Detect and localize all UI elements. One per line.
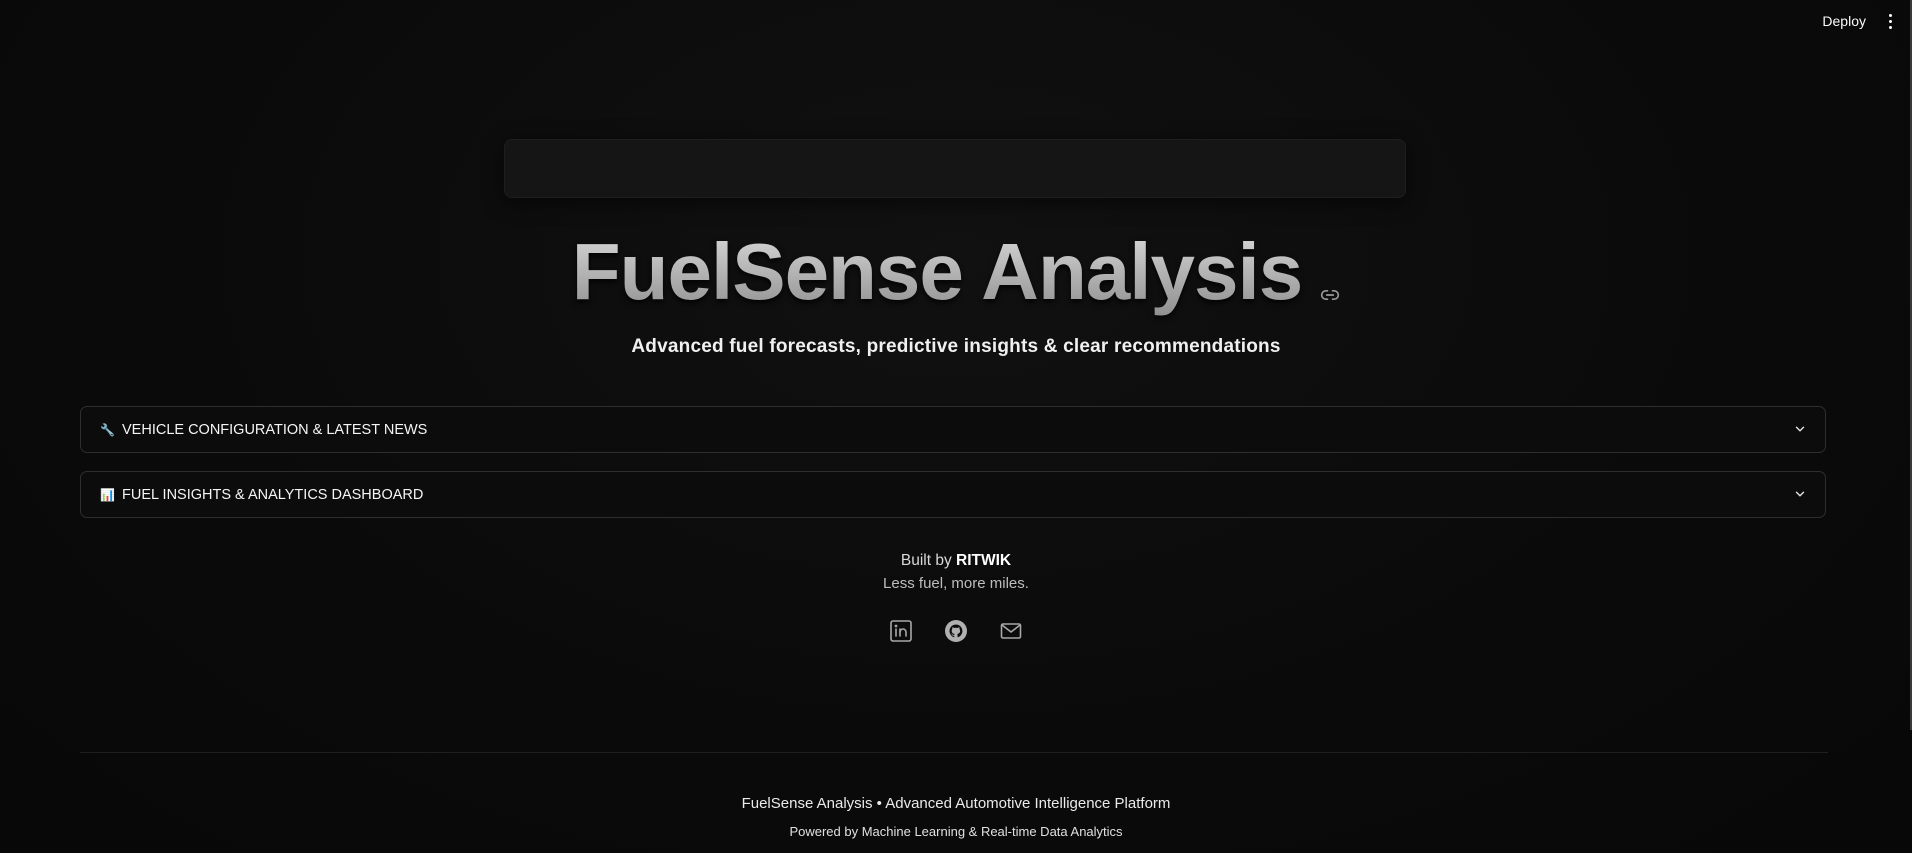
page-title: FuelSense Analysis	[572, 222, 1303, 322]
mail-icon[interactable]	[999, 619, 1023, 643]
built-by-prefix: Built by	[900, 552, 952, 569]
expander-vehicle-configuration[interactable]: 🔧 VEHICLE CONFIGURATION & LATEST NEWS	[80, 406, 1826, 453]
expander-label-row: 🔧 VEHICLE CONFIGURATION & LATEST NEWS	[100, 407, 427, 452]
chevron-down-icon[interactable]	[1793, 422, 1807, 436]
link-icon[interactable]	[1320, 285, 1340, 305]
header-banner	[504, 139, 1406, 198]
footer-title: FuelSense Analysis • Advanced Automotive…	[741, 795, 1171, 812]
expander-fuel-insights[interactable]: 📊 FUEL INSIGHTS & ANALYTICS DASHBOARD	[80, 471, 1826, 518]
app-root: Deploy FuelSense Analysis Advanced fuel …	[0, 0, 1912, 853]
linkedin-icon[interactable]	[889, 619, 913, 643]
footer-divider	[80, 752, 1828, 753]
github-icon[interactable]	[944, 619, 968, 643]
social-links	[0, 619, 1912, 643]
expander-label: FUEL INSIGHTS & ANALYTICS DASHBOARD	[122, 486, 424, 503]
more-vertical-icon[interactable]	[1882, 10, 1898, 32]
page-subtitle: Advanced fuel forecasts, predictive insi…	[631, 336, 1281, 357]
chevron-down-icon[interactable]	[1793, 487, 1807, 501]
bar-chart-icon: 📊	[100, 487, 115, 502]
footer-subtitle: Powered by Machine Learning & Real-time …	[789, 824, 1123, 839]
expander-label-row: 📊 FUEL INSIGHTS & ANALYTICS DASHBOARD	[100, 472, 423, 517]
top-header: Deploy	[0, 0, 1912, 42]
title-row: FuelSense Analysis	[0, 222, 1912, 322]
built-by: Built by RITWIK	[0, 552, 1912, 570]
wrench-icon: 🔧	[100, 422, 115, 437]
tagline: Less fuel, more miles.	[883, 575, 1029, 592]
deploy-button[interactable]: Deploy	[1818, 10, 1870, 32]
expander-label: VEHICLE CONFIGURATION & LATEST NEWS	[122, 421, 428, 438]
author-name: RITWIK	[956, 552, 1012, 569]
